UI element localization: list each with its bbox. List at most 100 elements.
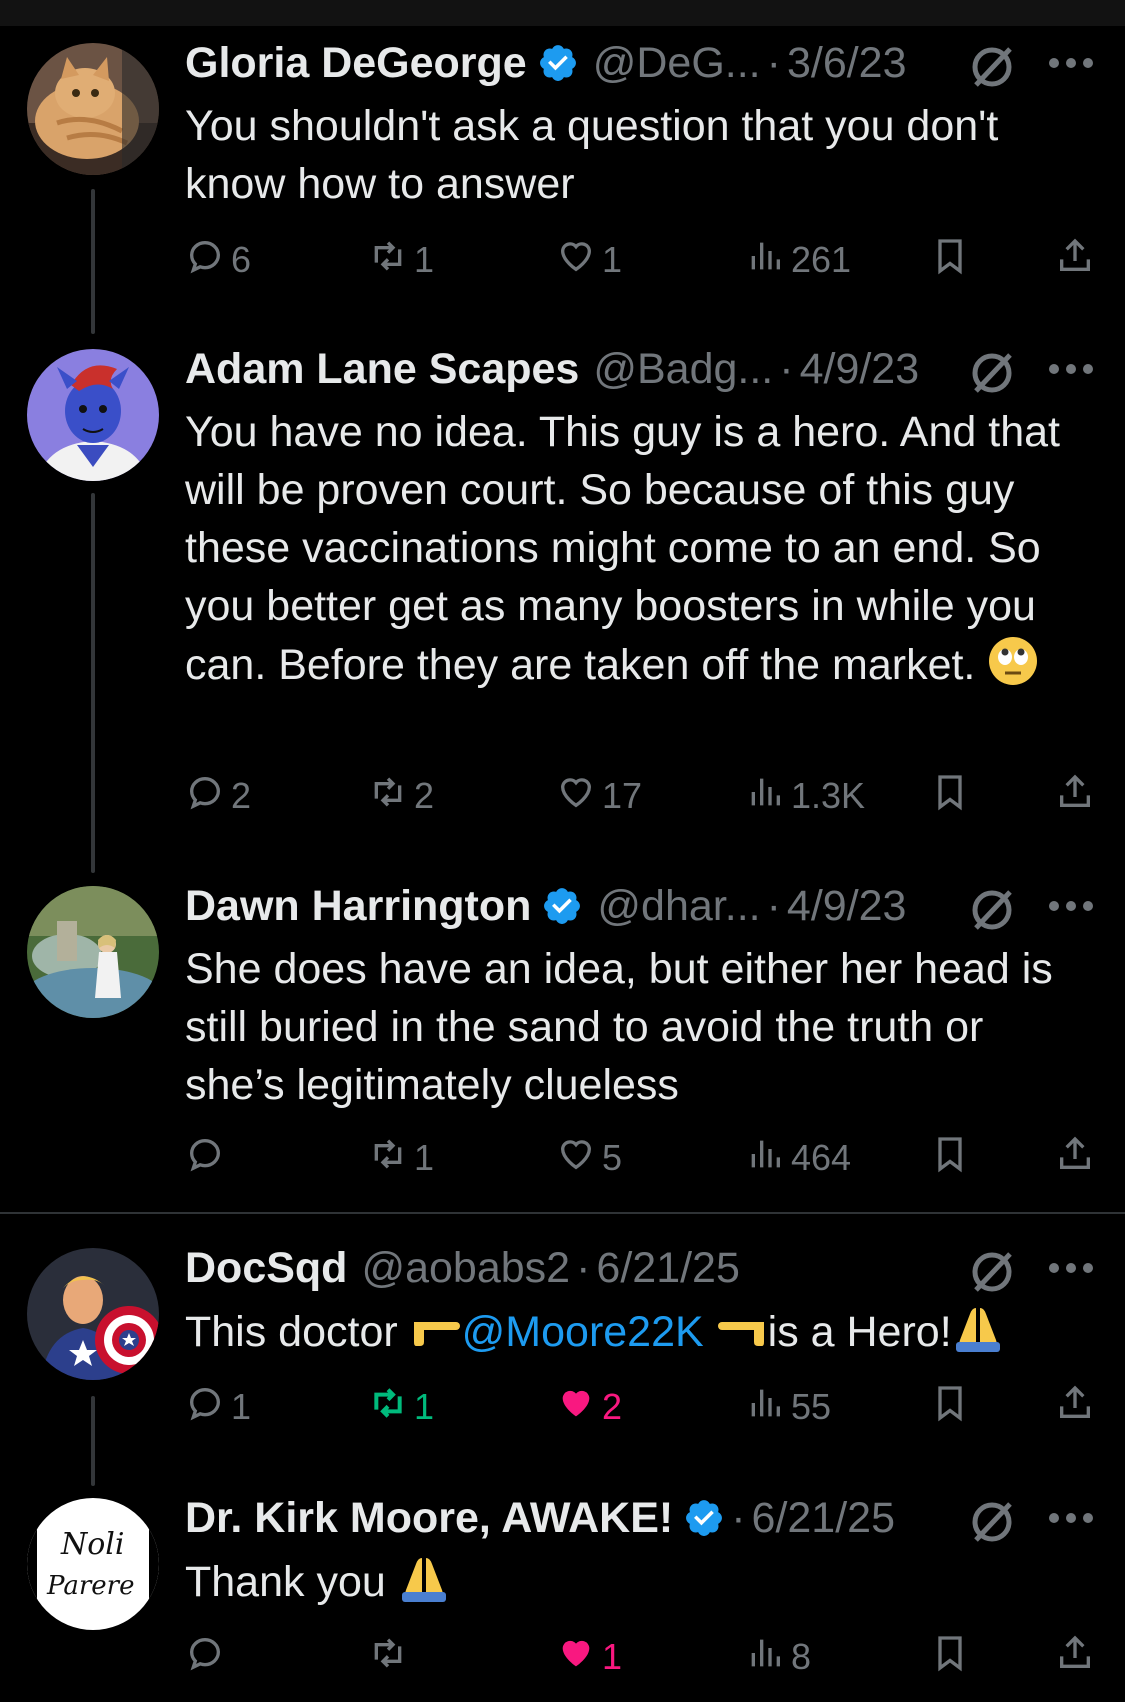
reply-button[interactable]: 2 [185, 771, 251, 821]
share-button[interactable] [1055, 1632, 1101, 1682]
like-icon [556, 1383, 602, 1432]
tweet-date[interactable]: 6/21/25 [752, 1490, 895, 1546]
author-handle[interactable]: @dhar... [597, 878, 760, 934]
like-button[interactable]: 17 [556, 771, 642, 821]
mention-link[interactable]: @Moore22K [462, 1308, 704, 1356]
like-button[interactable]: 2 [556, 1382, 622, 1432]
avatar[interactable] [27, 1248, 159, 1380]
verified-badge-icon [537, 42, 579, 84]
like-icon [556, 236, 602, 285]
views-icon [745, 772, 791, 821]
reply-icon [185, 1383, 231, 1432]
views-count: 55 [791, 1386, 832, 1427]
grok-icon[interactable] [968, 349, 1016, 397]
avatar-script-line-1: Noli [60, 1527, 125, 1562]
reply-count: 6 [231, 239, 252, 280]
more-icon[interactable] [1048, 1260, 1094, 1276]
tweet-header: Dr. Kirk Moore, AWAKE! · 6/21/25 [185, 1490, 965, 1546]
author-name[interactable]: Adam Lane Scapes [185, 341, 579, 397]
separator-dot: · [766, 882, 781, 930]
views-icon [745, 1383, 791, 1432]
tweet-text: Thank you [185, 1552, 1085, 1611]
views-button[interactable]: 1.3K [745, 771, 865, 821]
like-button[interactable]: 1 [556, 235, 622, 285]
author-handle[interactable]: @DeG... [593, 35, 761, 91]
avatar[interactable] [27, 43, 159, 175]
author-name[interactable]: DocSqd [185, 1240, 347, 1296]
avatar[interactable]: Noli Parere [27, 1498, 159, 1630]
tweet-header: Dawn Harrington @dhar... · 4/9/23 [185, 878, 965, 934]
share-button[interactable] [1055, 771, 1101, 821]
avatar-script-line-2: Parere [46, 1571, 134, 1601]
tweet-header: DocSqd @aobabs2 · 6/21/25 [185, 1240, 965, 1296]
repost-count: 2 [414, 775, 435, 816]
views-button[interactable]: 261 [745, 235, 851, 285]
reply-count: 2 [231, 775, 252, 816]
reply-icon [185, 1134, 231, 1183]
reply-button[interactable]: 6 [185, 235, 251, 285]
tweet-date[interactable]: 3/6/23 [787, 35, 907, 91]
grok-icon[interactable] [968, 1248, 1016, 1296]
like-button[interactable]: 5 [556, 1133, 622, 1183]
share-icon [1055, 1633, 1101, 1682]
views-count: 464 [791, 1137, 852, 1178]
bookmark-icon [930, 1134, 976, 1183]
author-name[interactable]: Dr. Kirk Moore, AWAKE! [185, 1490, 673, 1546]
repost-icon [368, 1383, 414, 1432]
repost-button[interactable] [368, 1632, 414, 1682]
tweet-date[interactable]: 6/21/25 [596, 1240, 739, 1296]
more-icon[interactable] [1048, 1510, 1094, 1526]
views-button[interactable]: 8 [745, 1632, 811, 1682]
repost-button[interactable]: 1 [368, 1382, 434, 1432]
author-handle[interactable]: @Badg... [593, 341, 773, 397]
reply-icon [185, 236, 231, 285]
pointing-right-emoji [410, 1302, 462, 1354]
action-bar: 1 5 464 [0, 1133, 1125, 1183]
repost-count: 1 [414, 239, 435, 280]
tweet-date[interactable]: 4/9/23 [787, 878, 907, 934]
views-button[interactable]: 55 [745, 1382, 831, 1432]
author-handle[interactable]: @aobabs2 [361, 1240, 570, 1296]
bookmark-button[interactable] [930, 1133, 976, 1183]
share-button[interactable] [1055, 1133, 1101, 1183]
grok-icon[interactable] [968, 886, 1016, 934]
share-icon [1055, 236, 1101, 285]
author-name[interactable]: Gloria DeGeorge [185, 35, 527, 91]
like-icon [556, 1134, 602, 1183]
bookmark-button[interactable] [930, 235, 976, 285]
repost-button[interactable]: 2 [368, 771, 434, 821]
avatar[interactable] [27, 886, 159, 1018]
tweet-date[interactable]: 4/9/23 [800, 341, 920, 397]
like-icon [556, 1633, 602, 1682]
more-icon[interactable] [1048, 55, 1094, 71]
separator-dot: · [766, 39, 781, 87]
more-icon[interactable] [1048, 898, 1094, 914]
reply-button[interactable]: 1 [185, 1382, 251, 1432]
share-button[interactable] [1055, 235, 1101, 285]
grok-icon[interactable] [968, 43, 1016, 91]
share-icon [1055, 772, 1101, 821]
views-count: 8 [791, 1636, 812, 1677]
like-button[interactable]: 1 [556, 1632, 622, 1682]
bookmark-button[interactable] [930, 1382, 976, 1432]
bookmark-icon [930, 1633, 976, 1682]
reply-button[interactable] [185, 1632, 231, 1682]
bookmark-icon [930, 772, 976, 821]
repost-button[interactable]: 1 [368, 235, 434, 285]
repost-count: 1 [414, 1386, 435, 1427]
author-name[interactable]: Dawn Harrington [185, 878, 531, 934]
reply-count: 1 [231, 1386, 252, 1427]
avatar[interactable] [27, 349, 159, 481]
reply-button[interactable] [185, 1133, 231, 1183]
share-button[interactable] [1055, 1382, 1101, 1432]
grok-icon[interactable] [968, 1498, 1016, 1546]
views-button[interactable]: 464 [745, 1133, 851, 1183]
bookmark-button[interactable] [930, 1632, 976, 1682]
views-count: 261 [791, 239, 852, 280]
repost-count: 1 [414, 1137, 435, 1178]
repost-button[interactable]: 1 [368, 1133, 434, 1183]
bookmark-button[interactable] [930, 771, 976, 821]
like-count: 1 [602, 1636, 623, 1677]
more-icon[interactable] [1048, 361, 1094, 377]
status-strip [0, 0, 1125, 26]
